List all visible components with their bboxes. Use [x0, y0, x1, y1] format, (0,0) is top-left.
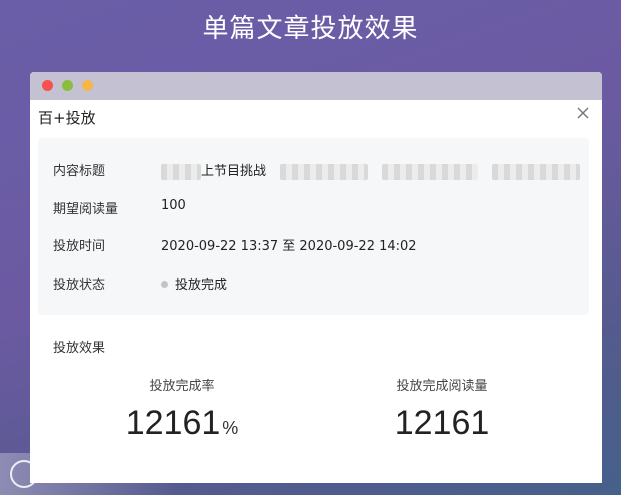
page-title: 单篇文章投放效果	[202, 14, 419, 44]
title-label: 内容标题	[53, 164, 106, 179]
title-value: 上节目挑战	[161, 160, 581, 180]
close-icon[interactable]	[574, 104, 592, 122]
completed-reads-metric: 投放完成阅读量 12161	[342, 375, 542, 443]
window-close-dot[interactable]	[42, 80, 53, 91]
time-label: 投放时间	[53, 239, 106, 254]
redacted-text	[161, 163, 201, 180]
dialog-header: 百+投放	[30, 100, 602, 138]
completion-rate-label: 投放完成率	[149, 379, 215, 394]
expected-reads-value: 100	[161, 198, 186, 213]
window-titlebar	[30, 72, 602, 100]
watermark-logo-icon	[10, 459, 38, 488]
watermark-text: 站长之家	[44, 462, 124, 486]
time-value: 2020-09-22 13:37 至 2020-09-22 14:02	[161, 239, 417, 254]
status-text: 投放完成	[175, 278, 228, 293]
expected-reads-label: 期望阅读量	[53, 202, 119, 217]
completed-reads-label: 投放完成阅读量	[396, 379, 488, 394]
effects-title: 投放效果	[53, 341, 106, 356]
info-panel: 内容标题 上节目挑战 期望阅读量 100 投放时间 2020-09-22 13:…	[38, 138, 589, 315]
redacted-text	[280, 163, 369, 180]
completion-rate-unit: %	[222, 418, 239, 438]
redacted-text	[492, 163, 581, 180]
completion-rate-value: 12161	[125, 404, 221, 442]
redacted-text	[382, 163, 479, 180]
status-label: 投放状态	[53, 278, 106, 293]
window-maximize-dot[interactable]	[82, 80, 93, 91]
status-value: 投放完成	[161, 274, 227, 293]
watermark: 站长之家	[0, 453, 180, 495]
title-visible-text: 上节目挑战	[201, 164, 267, 179]
dialog-title: 百+投放	[38, 109, 96, 127]
completion-rate-value-wrap: 12161%	[82, 404, 282, 443]
window-minimize-dot[interactable]	[62, 80, 73, 91]
completed-reads-value: 12161	[394, 404, 490, 442]
dialog-window: 百+投放 内容标题 上节目挑战 期望阅读量 100 投放时间 2020-09-2…	[30, 72, 602, 483]
status-dot-icon	[161, 281, 168, 288]
completion-rate-metric: 投放完成率 12161%	[82, 375, 282, 443]
